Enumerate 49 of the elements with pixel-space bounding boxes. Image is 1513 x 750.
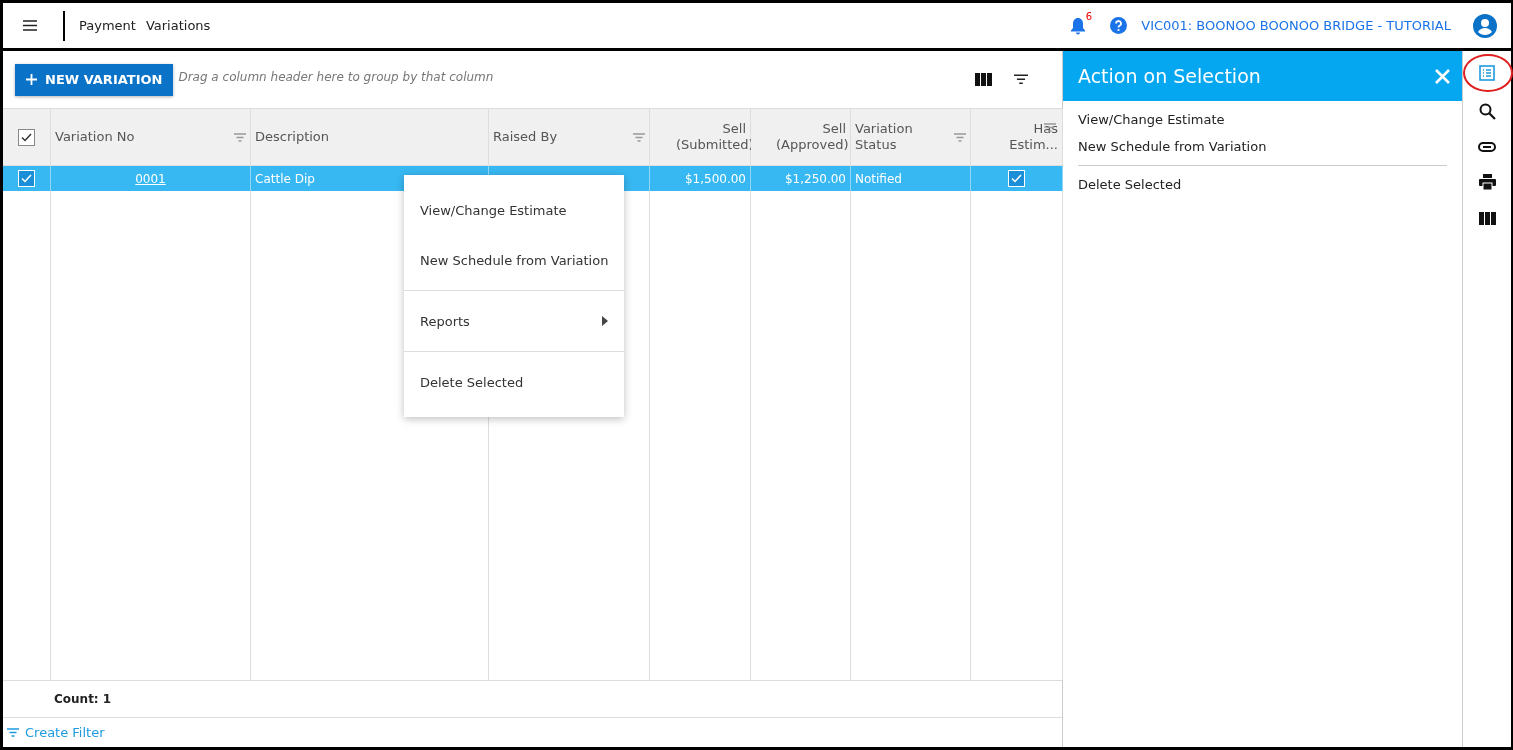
avatar-icon[interactable] [1473,13,1497,38]
menu-item[interactable]: New Schedule from Variation [404,235,625,285]
column-header[interactable]: Description [251,109,489,166]
close-icon[interactable] [1435,68,1450,84]
bell-icon[interactable] [1070,16,1087,35]
search-icon[interactable] [1478,103,1496,120]
plus-icon [26,74,37,85]
action-link[interactable]: New Schedule from Variation [1063,133,1462,160]
table-cell: Cattle Dip [255,171,315,186]
check-icon [1011,174,1022,183]
highlight-ring [1463,54,1513,92]
table-cell: $1,250.00 [784,171,846,186]
estimate-checkbox[interactable] [1008,170,1025,187]
group-hint: Drag a column header here to group by that column [178,69,495,84]
menu-item[interactable]: View/Change Estimate [404,185,625,235]
table-row[interactable] [3,166,51,191]
breadcrumb-item[interactable]: Variations [145,18,211,33]
columns-icon[interactable] [1478,212,1496,225]
new-variation-button[interactable]: NEW VARIATION [15,63,174,96]
column-header[interactable]: Raised By [489,109,650,166]
table-cell: $1,500.00 [684,171,746,186]
menu-icon[interactable] [23,20,37,31]
row-checkbox[interactable] [18,170,35,187]
action-link[interactable]: View/Change Estimate [1063,106,1462,133]
project-title[interactable]: VIC001: BOONOO BOONOO BRIDGE - TUTORIAL [1141,18,1451,33]
print-icon[interactable] [1478,174,1496,190]
panel-title: Action on Selection [1078,65,1261,87]
breadcrumb-item[interactable]: Payment [79,18,136,33]
list-icon[interactable] [1479,65,1495,81]
notification-count: 6 [1085,10,1093,22]
column-header[interactable]: Sell (Submitted) [650,109,751,166]
select-all-checkbox[interactable] [18,128,35,146]
column-header[interactable]: Variation Status [851,109,971,166]
submenu-arrow-icon [602,316,609,326]
check-icon [21,174,32,183]
column-header[interactable]: Variation No [51,109,251,166]
help-icon[interactable] [1110,17,1128,34]
menu-item[interactable]: Reports [404,296,625,346]
row-count: Count: 1 [54,692,112,706]
filter-icon[interactable] [1014,74,1028,85]
column-header[interactable]: Has Estim... [971,109,1063,166]
check-icon [21,132,32,142]
action-link[interactable]: Delete Selected [1063,171,1462,198]
table-cell: Notified [855,171,902,186]
menu-item[interactable]: Delete Selected [404,357,625,407]
columns-icon[interactable] [975,73,992,86]
filter-icon[interactable] [1044,123,1056,132]
column-header[interactable]: Sell (Approved) [751,109,851,166]
link-icon[interactable] [1478,142,1496,152]
